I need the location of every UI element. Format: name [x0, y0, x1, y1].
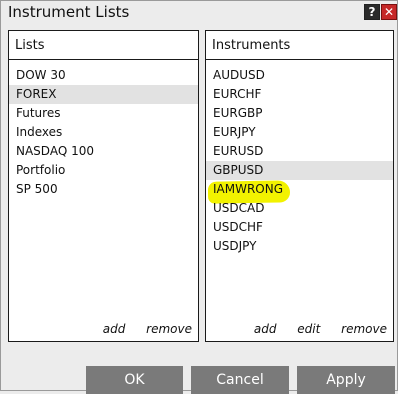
window-title: Instrument Lists: [8, 3, 130, 21]
apply-button[interactable]: Apply: [297, 366, 395, 394]
instruments-add-link[interactable]: add: [254, 322, 277, 336]
list-item[interactable]: DOW 30: [9, 66, 198, 85]
instruments-panel: Instruments AUDUSD EURCHF EURGBP EURJPY …: [205, 30, 394, 342]
instruments-panel-header: Instruments: [206, 31, 393, 60]
title-bar: Instrument Lists ? ✕: [1, 1, 397, 25]
lists-actions: add remove: [86, 322, 192, 336]
lists-add-link[interactable]: add: [103, 322, 126, 336]
instruments-list: AUDUSD EURCHF EURGBP EURJPY EURUSD GBPUS…: [206, 66, 393, 256]
instruments-remove-link[interactable]: remove: [341, 322, 387, 336]
list-item[interactable]: Futures: [9, 104, 198, 123]
close-button[interactable]: ✕: [381, 4, 397, 20]
instrument-item[interactable]: EURGBP: [206, 104, 393, 123]
ok-button[interactable]: OK: [86, 366, 183, 394]
instrument-item[interactable]: IAMWRONG: [206, 180, 393, 204]
instrument-item[interactable]: EURUSD: [206, 142, 393, 161]
instrument-item[interactable]: AUDUSD: [206, 66, 393, 85]
lists-remove-link[interactable]: remove: [146, 322, 192, 336]
list-item[interactable]: Portfolio: [9, 161, 198, 180]
help-button[interactable]: ?: [364, 4, 380, 20]
instrument-item[interactable]: EURJPY: [206, 123, 393, 142]
list-item[interactable]: FOREX: [9, 85, 198, 104]
list-item[interactable]: Indexes: [9, 123, 198, 142]
cancel-button[interactable]: Cancel: [191, 366, 289, 394]
instrument-item[interactable]: GBPUSD: [206, 161, 393, 180]
instrument-item[interactable]: USDJPY: [206, 237, 393, 256]
instrument-item[interactable]: USDCAD: [206, 199, 393, 218]
instrument-item[interactable]: EURCHF: [206, 85, 393, 104]
lists-list: DOW 30 FOREX Futures Indexes NASDAQ 100 …: [9, 66, 198, 199]
instruments-edit-link[interactable]: edit: [297, 322, 320, 336]
instruments-actions: add edit remove: [237, 322, 387, 336]
instrument-item[interactable]: USDCHF: [206, 218, 393, 237]
instrument-lists-dialog: Instrument Lists ? ✕ Lists DOW 30 FOREX …: [0, 0, 398, 394]
lists-panel-header: Lists: [9, 31, 198, 60]
lists-panel: Lists DOW 30 FOREX Futures Indexes NASDA…: [8, 30, 199, 342]
list-item[interactable]: NASDAQ 100: [9, 142, 198, 161]
list-item[interactable]: SP 500: [9, 180, 198, 199]
